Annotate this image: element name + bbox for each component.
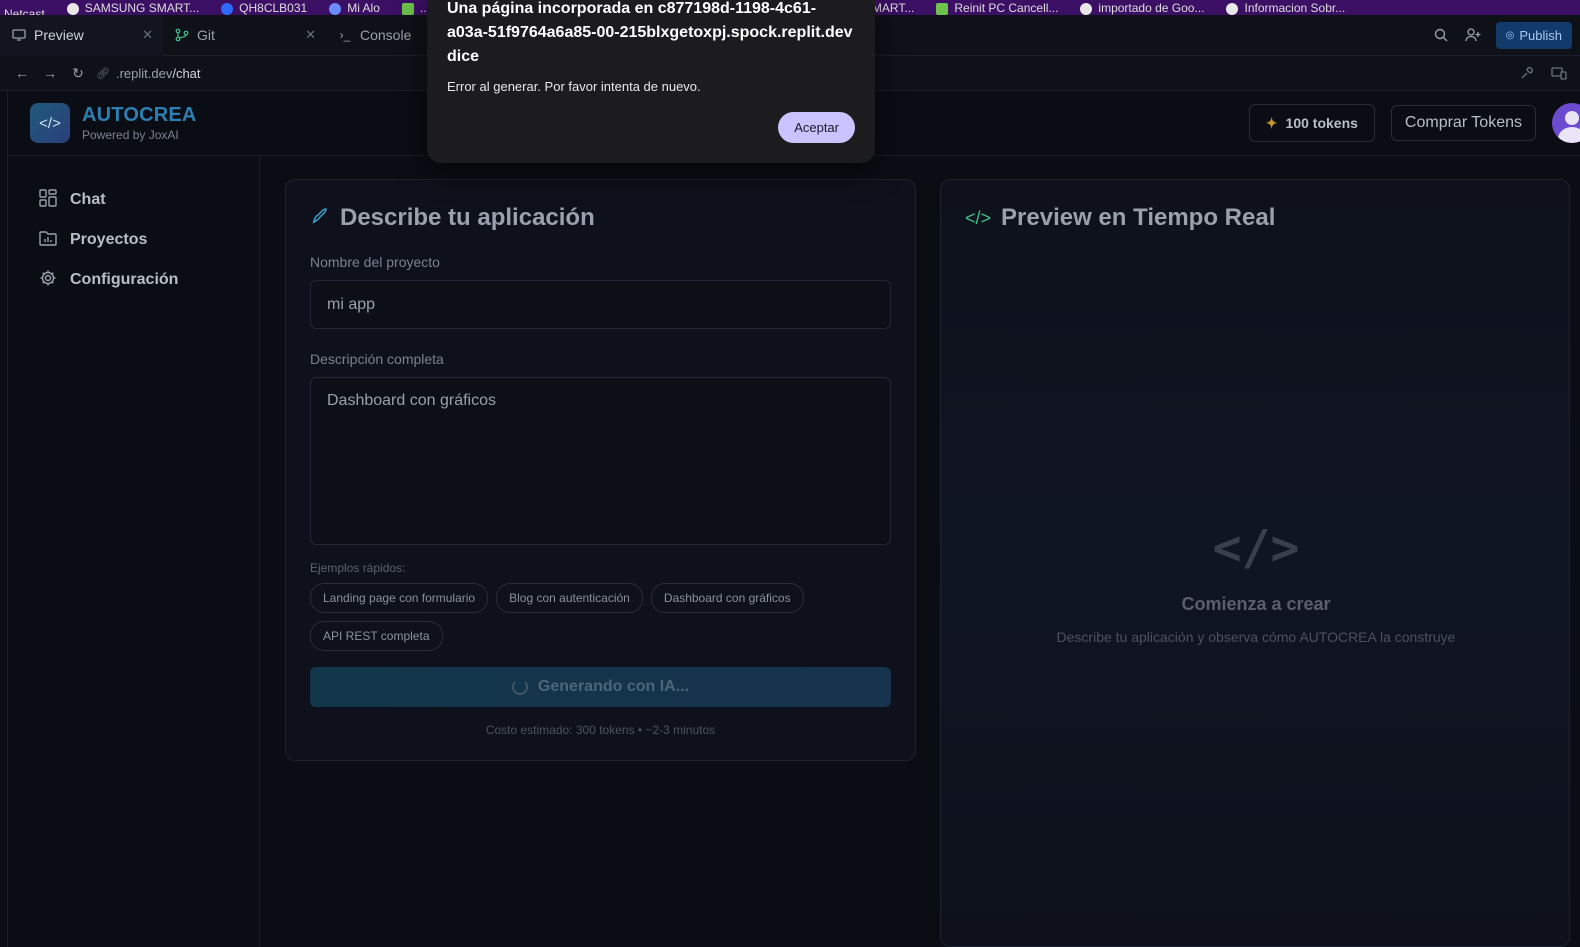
url-field[interactable]: .replit.dev/chat — [116, 66, 201, 81]
card-title: Describe tu aplicación — [310, 204, 891, 232]
project-name-input[interactable]: mi app — [310, 280, 891, 329]
sidebar-item-proyectos[interactable]: Proyectos — [8, 220, 259, 260]
publish-label: Publish — [1519, 27, 1562, 43]
devtools-wrench-icon[interactable] — [1518, 64, 1536, 82]
sidebar-item-chat[interactable]: Chat — [8, 180, 259, 220]
rocket-icon — [310, 206, 330, 231]
git-branch-icon — [175, 28, 189, 42]
bookmark-item[interactable]: Mi Alo — [329, 2, 380, 15]
card-title-text: Preview en Tiempo Real — [1001, 204, 1276, 231]
sidebar-item-label: Chat — [70, 191, 106, 208]
code-logo-icon: </> — [30, 103, 70, 143]
accept-button[interactable]: Aceptar — [778, 112, 855, 143]
alert-dialog: Una página incorporada en c877198d-1198-… — [427, 0, 875, 163]
back-arrow-icon[interactable]: ← — [12, 65, 32, 81]
bookmark-item[interactable]: importado de Goo... — [1080, 2, 1204, 15]
card-title: </> Preview en Tiempo Real — [965, 204, 1545, 232]
code-icon: </> — [965, 207, 992, 228]
code-placeholder-icon: </> — [1212, 520, 1300, 576]
reload-icon[interactable]: ↻ — [68, 65, 88, 82]
tab-label: Console — [360, 27, 412, 43]
cost-estimate: Costo estimado: 300 tokens • ~2-3 minuto… — [485, 723, 716, 737]
bookmark-favicon-icon — [329, 3, 342, 15]
forward-arrow-icon[interactable]: → — [40, 65, 60, 81]
gear-icon — [38, 269, 58, 292]
tab-label: Git — [197, 27, 215, 43]
empty-state: </> Comienza a crear Describe tu aplicac… — [941, 520, 1571, 645]
generate-button-label: Generando con IA... — [537, 678, 690, 695]
terminal-icon: ›_ — [339, 28, 351, 42]
card-title-text: Describe tu aplicación — [340, 204, 595, 231]
quick-examples-label: Ejemplos rápidos: — [310, 561, 406, 575]
link-icon: 🔗︎ — [96, 67, 110, 80]
example-chip[interactable]: API REST completa — [310, 621, 443, 651]
search-icon[interactable] — [1432, 26, 1450, 44]
autocrea-app: </> AUTOCREA Powered by JoxAI ✦ 100 toke… — [7, 91, 1580, 947]
bookmark-favicon-icon — [66, 3, 79, 15]
publish-button[interactable]: ◎ Publish — [1495, 21, 1572, 49]
generate-button[interactable]: Generando con IA... — [310, 667, 891, 707]
bookmark-favicon-icon — [401, 3, 414, 15]
spinner-icon — [511, 679, 528, 695]
token-balance-label: 100 tokens — [1285, 115, 1358, 131]
brand-name: AUTOCREA — [82, 104, 197, 126]
example-chip[interactable]: Landing page con formulario — [310, 583, 489, 613]
grid-icon — [38, 188, 58, 212]
tab-git[interactable]: Git ✕ — [163, 15, 326, 56]
brand-subtitle: Powered by JoxAI — [82, 128, 179, 142]
bookmark-item[interactable]: Informacion Sobr... — [1226, 2, 1345, 15]
bookmark-favicon-icon — [936, 3, 949, 15]
describe-app-card: Describe tu aplicación Nombre del proyec… — [285, 179, 916, 761]
bookmark-favicon-icon — [1226, 3, 1239, 15]
buy-tokens-button[interactable]: Comprar Tokens — [1390, 105, 1536, 141]
empty-state-title: Comienza a crear — [1181, 594, 1331, 614]
brand: AUTOCREA Powered by JoxAI — [82, 104, 197, 142]
folder-chart-icon — [38, 230, 58, 251]
example-chip[interactable]: Dashboard con gráficos — [650, 583, 804, 613]
description-textarea[interactable]: Dashboard con gráficos — [310, 377, 891, 545]
quick-examples: Landing page con formulario Blog con aut… — [310, 583, 870, 651]
invite-user-icon[interactable] — [1464, 26, 1482, 44]
close-icon[interactable]: ✕ — [142, 27, 153, 43]
token-balance[interactable]: ✦ 100 tokens — [1248, 104, 1375, 142]
sidebar-item-configuracion[interactable]: Configuración — [8, 260, 259, 300]
sidebar: Chat Proyectos Configuración — [8, 156, 260, 947]
dialog-title: Una página incorporada en c877198d-1198-… — [447, 0, 853, 65]
sidebar-item-label: Proyectos — [70, 231, 148, 248]
monitor-icon — [12, 28, 26, 42]
bookmark-item[interactable]: QH8CLB031 — [221, 2, 307, 15]
empty-state-subtitle: Describe tu aplicación y observa cómo AU… — [1056, 629, 1456, 645]
avatar[interactable] — [1552, 103, 1580, 143]
publish-icon: ◎ — [1505, 29, 1515, 41]
project-name-label: Nombre del proyecto — [310, 254, 440, 270]
close-icon[interactable]: ✕ — [305, 27, 316, 43]
preview-card: </> Preview en Tiempo Real </> Comienza … — [940, 179, 1570, 947]
example-chip[interactable]: Blog con autenticación — [496, 583, 643, 613]
bookmark-item[interactable]: SAMSUNG SMART... — [66, 2, 199, 15]
tab-preview[interactable]: Preview ✕ — [0, 14, 163, 56]
bookmark-favicon-icon — [1080, 3, 1093, 15]
bookmark-item[interactable]: ... — [401, 2, 430, 15]
sparkles-icon: ✦ — [1265, 114, 1278, 131]
responsive-devices-icon[interactable] — [1550, 64, 1568, 82]
description-label: Descripción completa — [310, 351, 444, 367]
sidebar-item-label: Configuración — [70, 271, 179, 288]
dialog-message: Error al generar. Por favor intenta de n… — [447, 79, 701, 94]
bookmark-item[interactable]: Reinit PC Cancell... — [936, 2, 1058, 15]
tab-label: Preview — [34, 27, 84, 43]
bookmark-favicon-icon — [221, 3, 234, 15]
